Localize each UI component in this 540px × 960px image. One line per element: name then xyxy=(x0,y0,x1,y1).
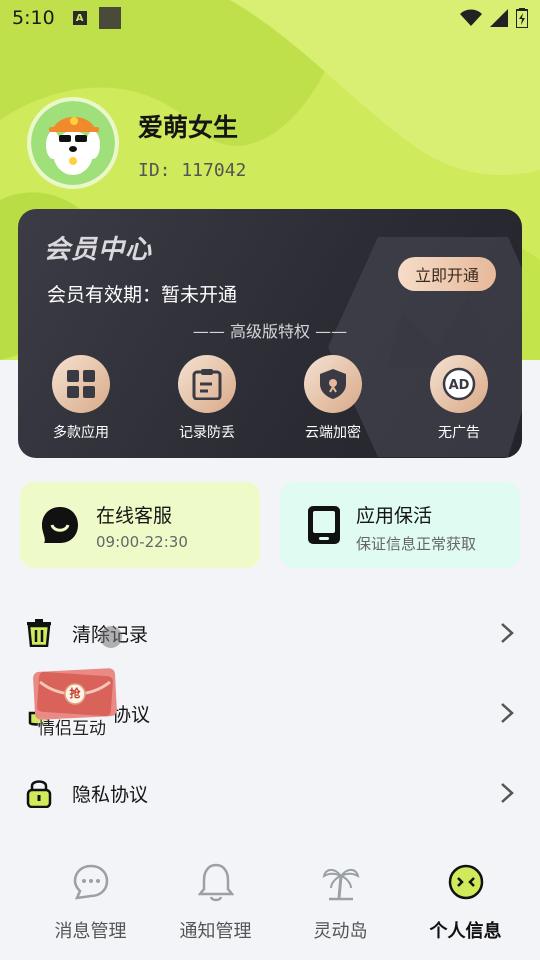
couple-interaction-floating-button[interactable]: 抢 情侣互动 xyxy=(30,668,120,739)
online-support-card[interactable]: 在线客服 09:00-22:30 xyxy=(20,482,260,568)
profile-id: ID: 117042 xyxy=(138,160,247,181)
avatar[interactable] xyxy=(27,97,119,189)
bottom-tab-bar: 消息管理 通知管理 灵动岛 个人信息 xyxy=(0,842,540,960)
vip-expire-text: 会员有效期：暂未开通 xyxy=(47,284,238,306)
app-keepalive-desc: 保证信息正常获取 xyxy=(356,535,477,553)
perk-label: 记录防丢 xyxy=(179,425,235,441)
tab-label: 灵动岛 xyxy=(313,921,368,942)
ad-block-icon: AD xyxy=(442,367,476,401)
bell-icon xyxy=(197,863,234,902)
online-support-hours: 09:00-22:30 xyxy=(96,533,188,551)
message-icon xyxy=(73,864,108,900)
perk-label: 云端加密 xyxy=(305,425,361,441)
tab-notifications[interactable]: 通知管理 xyxy=(153,842,278,960)
shield-icon xyxy=(320,369,346,399)
svg-text:AD: AD xyxy=(449,378,470,393)
phone-icon xyxy=(308,506,340,544)
chat-smile-icon xyxy=(42,507,78,543)
menu-label: 隐私协议 xyxy=(72,783,149,806)
battery-icon xyxy=(516,8,528,28)
perk-no-ads[interactable]: AD 无广告 xyxy=(396,355,522,442)
tab-messages[interactable]: 消息管理 xyxy=(28,842,153,960)
activate-vip-button[interactable]: 立即开通 xyxy=(398,257,496,291)
status-bar: 5:10 A xyxy=(0,0,540,36)
overlay-badge: 抢 xyxy=(69,687,81,700)
perk-apps[interactable]: 多款应用 xyxy=(18,355,144,442)
chevron-right-icon xyxy=(501,703,514,723)
apps-grid-icon xyxy=(67,370,95,398)
lock-icon xyxy=(26,780,52,808)
tab-label: 消息管理 xyxy=(54,921,127,942)
perk-label: 多款应用 xyxy=(53,425,109,441)
perk-label: 无广告 xyxy=(438,425,480,441)
perk-records[interactable]: 记录防丢 xyxy=(144,355,270,442)
face-icon xyxy=(448,864,483,900)
tab-profile[interactable]: 个人信息 xyxy=(403,842,528,960)
overlay-label: 情侣互动 xyxy=(38,719,106,739)
vip-title: 会员中心 xyxy=(44,235,153,265)
trash-icon xyxy=(27,619,51,647)
notification-a-icon: A xyxy=(72,11,87,25)
chevron-right-icon xyxy=(501,623,514,643)
app-keepalive-card[interactable]: 应用保活 保证信息正常获取 xyxy=(280,482,520,568)
vip-perks: 多款应用 记录防丢 云端加密 AD 无广告 xyxy=(18,355,522,442)
clipboard-icon xyxy=(192,369,222,400)
profile-name: 爱萌女生 xyxy=(138,113,239,142)
vip-privileges-subtitle: —— 高级版特权 —— xyxy=(192,322,348,341)
menu-item-privacy[interactable]: 隐私协议 xyxy=(0,763,540,823)
menu-item-clear-records[interactable]: 清除记录 xyxy=(0,603,540,663)
palm-tree-icon xyxy=(322,869,359,901)
notification-image-icon xyxy=(98,7,121,29)
chevron-right-icon xyxy=(501,783,514,803)
status-time: 5:10 xyxy=(12,7,55,29)
perk-cloud[interactable]: 云端加密 xyxy=(270,355,396,442)
wifi-icon xyxy=(460,9,482,26)
online-support-title: 在线客服 xyxy=(96,505,173,527)
app-keepalive-title: 应用保活 xyxy=(356,505,433,527)
avatar-dog-icon xyxy=(31,101,115,185)
touch-indicator xyxy=(100,626,122,648)
vip-center-card[interactable]: 会员中心 会员有效期：暂未开通 立即开通 —— 高级版特权 —— 多款应用 记录… xyxy=(18,209,522,458)
tab-label: 通知管理 xyxy=(179,921,252,942)
tab-dynamic-island[interactable]: 灵动岛 xyxy=(278,842,403,960)
signal-icon xyxy=(490,9,508,27)
tab-label: 个人信息 xyxy=(429,921,502,942)
